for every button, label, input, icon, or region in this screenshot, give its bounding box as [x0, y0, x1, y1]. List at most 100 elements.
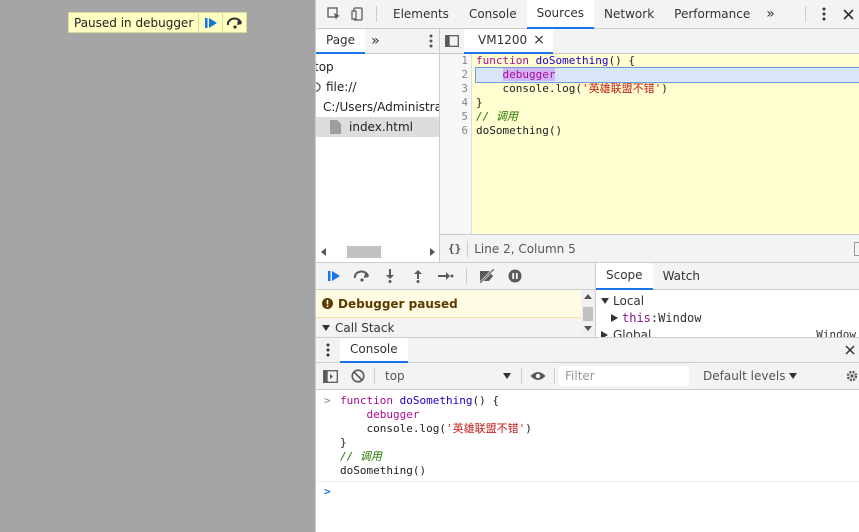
- separator: [374, 368, 375, 384]
- debugger-paused-banner: Debugger paused: [316, 290, 595, 318]
- close-devtools-icon[interactable]: [836, 0, 859, 28]
- navigator-horizontal-scrollbar[interactable]: [316, 243, 439, 261]
- line-number[interactable]: 1: [440, 54, 471, 68]
- drawer-tab-console[interactable]: Console: [340, 337, 408, 363]
- tab-performance[interactable]: Performance: [664, 0, 760, 29]
- page-viewport: Paused in debugger: [0, 0, 315, 532]
- line-number[interactable]: 5: [440, 110, 471, 124]
- console-code-line: console.log('英雄联盟不错'): [340, 422, 859, 436]
- scrollbar-thumb[interactable]: [583, 307, 593, 321]
- tree-item-folder[interactable]: C:/Users/Administra: [316, 97, 439, 117]
- tree-item-label: index.html: [349, 120, 413, 134]
- execution-context-select[interactable]: top: [377, 366, 517, 386]
- scope-global[interactable]: Global Window: [596, 326, 859, 337]
- close-drawer-icon[interactable]: [840, 345, 859, 355]
- scroll-left-icon[interactable]: [319, 247, 329, 257]
- console-code-line: function doSomething() {: [340, 394, 859, 408]
- scrollbar-thumb[interactable]: [347, 246, 381, 258]
- call-stack-section-header[interactable]: Call Stack: [316, 318, 595, 337]
- close-tab-icon[interactable]: ×: [533, 32, 545, 48]
- step-over-icon: [226, 17, 242, 29]
- toggle-navigator-icon[interactable]: [440, 35, 464, 47]
- console-settings-gear-icon[interactable]: [840, 370, 859, 382]
- code-token: () {: [608, 54, 635, 67]
- code-area[interactable]: 1 2 3 4 5 6 function doSomething() { deb…: [440, 54, 859, 234]
- code-string: '英雄联盟不错': [445, 422, 526, 435]
- line-number[interactable]: 3: [440, 82, 471, 96]
- console-code-comment: // 调用: [340, 450, 382, 463]
- deactivate-breakpoints-button[interactable]: [473, 263, 501, 289]
- code-token: ): [525, 422, 532, 435]
- scroll-right-icon[interactable]: [427, 247, 437, 257]
- clear-console-icon[interactable]: [344, 369, 372, 383]
- cloud-icon: [316, 82, 321, 92]
- log-levels-dropdown[interactable]: Default levels: [695, 366, 805, 386]
- debugger-toolbar: [316, 263, 595, 290]
- code-token: ): [661, 82, 668, 95]
- debugger-statement: debugger: [502, 68, 556, 81]
- scroll-up-icon[interactable]: [581, 290, 595, 302]
- step-into-button[interactable]: [376, 263, 404, 289]
- step-out-button[interactable]: [404, 263, 432, 289]
- pause-on-exceptions-button[interactable]: [501, 263, 529, 289]
- tree-item-index-html[interactable]: index.html: [316, 117, 439, 137]
- tab-watch[interactable]: Watch: [653, 263, 710, 290]
- tree-item-label: C:/Users/Administra: [323, 100, 440, 114]
- overlay-resume-button[interactable]: [198, 13, 222, 32]
- debugger-vertical-scrollbar[interactable]: [581, 290, 595, 337]
- code-line: console.log('英雄联盟不错'): [476, 82, 859, 96]
- console-toolbar: top Default levels: [316, 363, 859, 390]
- scope-local[interactable]: Local: [596, 292, 859, 309]
- coverage-icon[interactable]: [854, 241, 859, 256]
- overlay-step-over-button[interactable]: [222, 13, 246, 32]
- resume-button[interactable]: [320, 263, 348, 289]
- inspect-element-icon[interactable]: [322, 0, 346, 28]
- main-tabbar: Elements Console Sources Network Perform…: [316, 0, 859, 29]
- navigator-menu-icon[interactable]: [423, 34, 439, 48]
- console-prompt-input[interactable]: >: [316, 482, 859, 502]
- triangle-down-icon: [322, 325, 330, 331]
- console-code-line: debugger: [340, 408, 859, 422]
- tab-scope[interactable]: Scope: [596, 263, 653, 290]
- tree-item-top[interactable]: top: [316, 57, 439, 77]
- drawer-tabbar: Console: [316, 337, 859, 363]
- line-number[interactable]: 4: [440, 96, 471, 110]
- console-filter-input[interactable]: [559, 366, 689, 386]
- current-execution-line: debugger: [475, 67, 859, 83]
- scope-global-label: Global: [613, 327, 652, 338]
- drawer-menu-icon[interactable]: [316, 343, 340, 357]
- scope-this[interactable]: this: Window: [596, 309, 859, 326]
- tree-item-file-origin[interactable]: file://: [316, 77, 439, 97]
- tab-network[interactable]: Network: [594, 0, 664, 29]
- console-command-entry[interactable]: > function doSomething() { debugger cons…: [316, 390, 859, 482]
- step-over-button[interactable]: [348, 263, 376, 289]
- code-lines: function doSomething() { debugger consol…: [475, 54, 859, 138]
- separator: [805, 6, 806, 22]
- tab-console[interactable]: Console: [459, 0, 527, 29]
- console-code-line: doSomething(): [340, 464, 427, 477]
- live-expression-eye-icon[interactable]: [526, 371, 550, 381]
- device-toolbar-icon[interactable]: [346, 0, 370, 28]
- scope-property-value: Window: [658, 310, 702, 325]
- editor-tabbar: VM1200 ×: [440, 28, 859, 54]
- kebab-menu-icon[interactable]: [812, 0, 836, 28]
- scroll-down-icon[interactable]: [581, 323, 595, 335]
- show-console-sidebar-icon[interactable]: [316, 369, 344, 383]
- triangle-down-icon: [601, 297, 609, 304]
- resume-icon: [328, 271, 340, 281]
- more-tabs-button[interactable]: »: [760, 0, 781, 29]
- tab-sources[interactable]: Sources: [526, 0, 595, 29]
- tree-item-label: top: [316, 60, 334, 74]
- tab-page[interactable]: Page: [316, 29, 366, 54]
- navigator-more-tabs[interactable]: »: [365, 33, 386, 49]
- editor-tab-vm1200[interactable]: VM1200 ×: [464, 28, 553, 54]
- pretty-print-button[interactable]: {}: [448, 242, 461, 255]
- line-number[interactable]: 2: [440, 68, 471, 82]
- tab-elements[interactable]: Elements: [383, 0, 459, 29]
- separator: [467, 240, 469, 257]
- line-number[interactable]: 6: [440, 124, 471, 138]
- pause-exceptions-icon: [508, 269, 522, 283]
- step-button[interactable]: [432, 263, 460, 289]
- scope-global-value: Window: [816, 328, 856, 337]
